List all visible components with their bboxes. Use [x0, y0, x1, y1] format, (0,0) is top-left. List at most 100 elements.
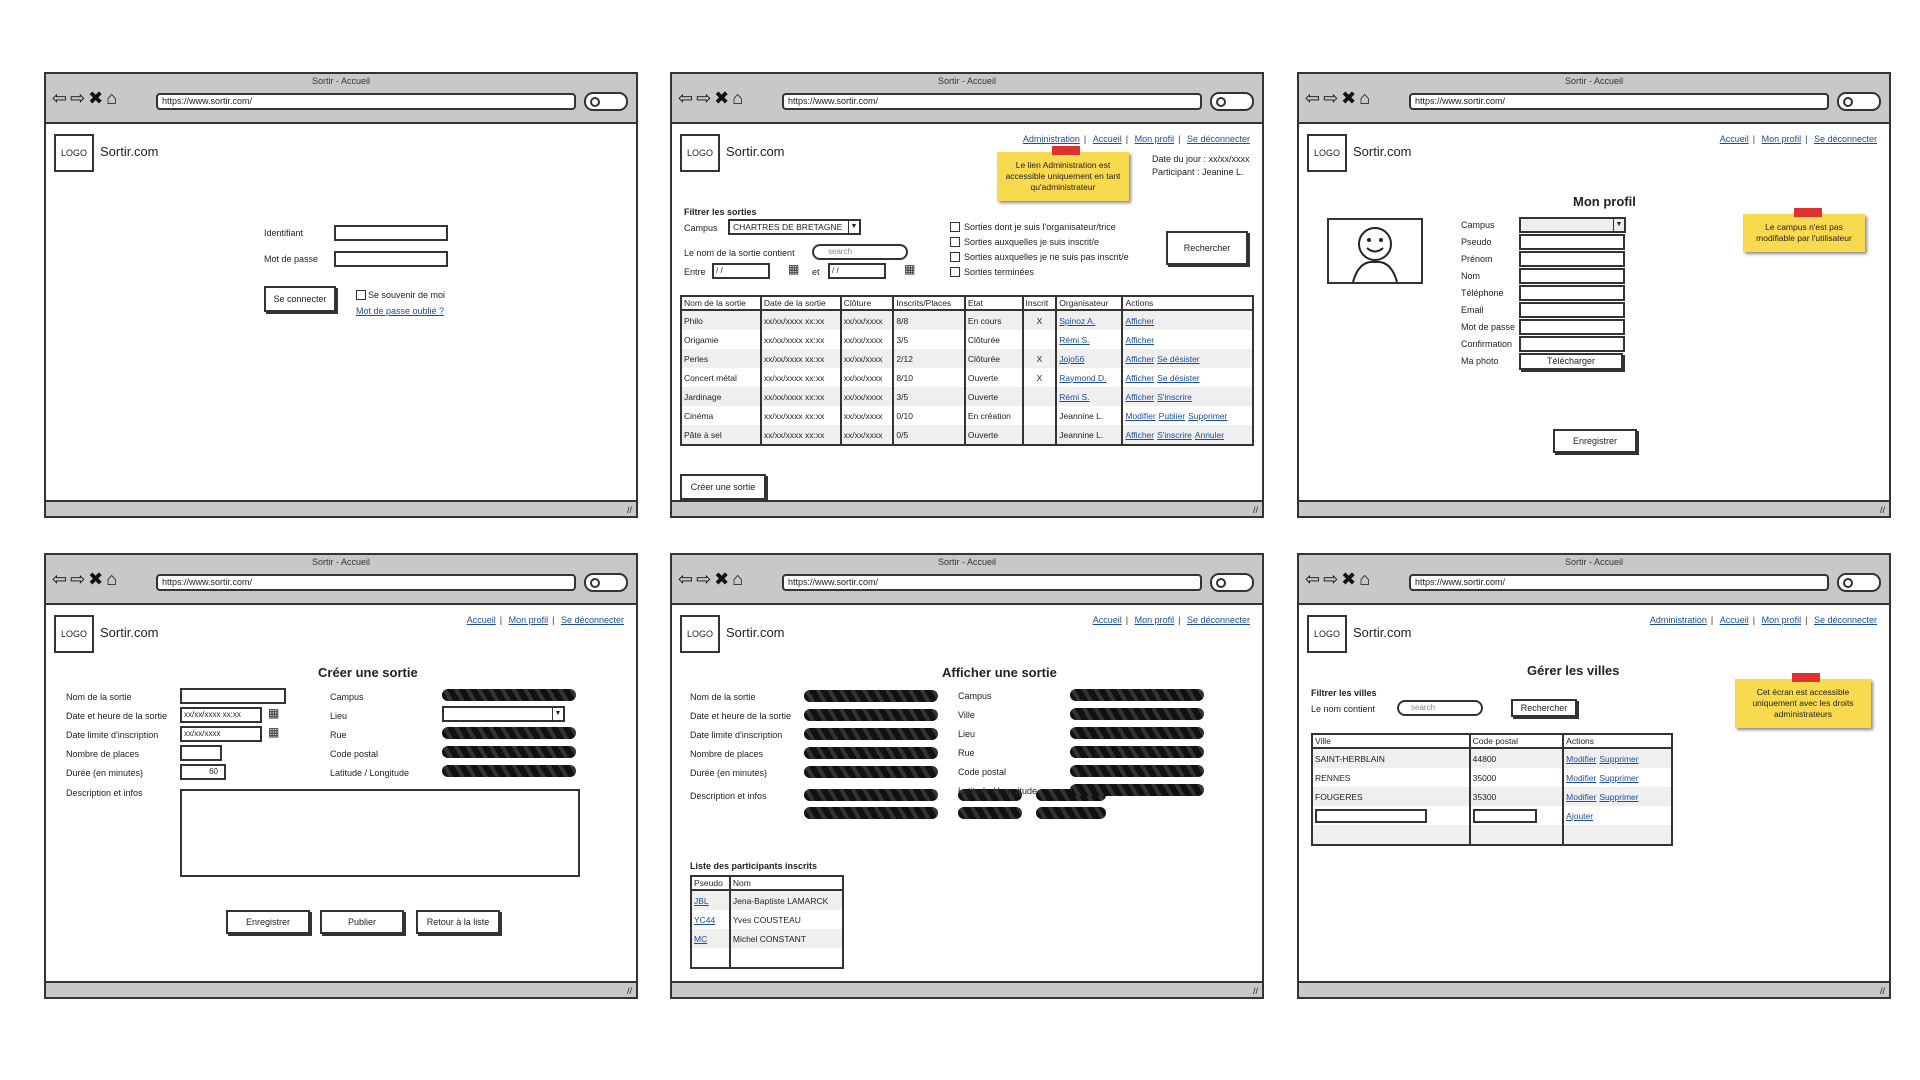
- action-link[interactable]: Afficher: [1125, 354, 1154, 364]
- search-icon[interactable]: [1837, 92, 1881, 111]
- edit-link[interactable]: Modifier: [1566, 792, 1596, 802]
- nav-profile-link[interactable]: Mon profil: [509, 615, 549, 625]
- participant-link[interactable]: YC44: [694, 915, 715, 925]
- url-bar[interactable]: https://www.sortir.com/: [782, 574, 1202, 591]
- registration-deadline-input[interactable]: xx/xx/xxxx: [180, 726, 262, 742]
- new-city-input[interactable]: [1315, 808, 1427, 823]
- action-link[interactable]: Se désister: [1157, 354, 1200, 364]
- delete-link[interactable]: Supprimer: [1599, 792, 1638, 802]
- forgot-password-link[interactable]: Mot de passe oublié ?: [356, 306, 444, 316]
- organizer-link[interactable]: Spinoz A.: [1059, 316, 1095, 326]
- action-link[interactable]: Publier: [1159, 411, 1185, 421]
- action-link[interactable]: Afficher: [1125, 316, 1154, 326]
- nav-admin-link[interactable]: Administration: [1650, 615, 1707, 625]
- save-button[interactable]: Enregistrer: [226, 910, 310, 934]
- browser-nav-icons[interactable]: ⇦⇨✖⌂: [52, 569, 120, 590]
- places-input[interactable]: [180, 745, 222, 761]
- profile-input[interactable]: [1519, 302, 1625, 318]
- identifier-input[interactable]: [334, 225, 448, 241]
- search-icon[interactable]: [584, 92, 628, 111]
- edit-link[interactable]: Modifier: [1566, 773, 1596, 783]
- delete-link[interactable]: Supprimer: [1599, 773, 1638, 783]
- duration-stepper[interactable]: 60: [180, 764, 226, 780]
- url-bar[interactable]: https://www.sortir.com/: [1409, 574, 1829, 591]
- nav-profile-link[interactable]: Mon profil: [1135, 615, 1175, 625]
- save-button[interactable]: Enregistrer: [1553, 429, 1637, 453]
- organizer-link[interactable]: Jojo56: [1059, 354, 1084, 364]
- resize-grip-icon[interactable]: //: [1253, 986, 1258, 996]
- delete-link[interactable]: Supprimer: [1599, 754, 1638, 764]
- action-link[interactable]: Se désister: [1157, 373, 1200, 383]
- calendar-icon[interactable]: ▦: [268, 707, 282, 719]
- nav-logout-link[interactable]: Se déconnecter: [1814, 615, 1877, 625]
- search-icon[interactable]: [584, 573, 628, 592]
- nav-logout-link[interactable]: Se déconnecter: [1187, 615, 1250, 625]
- search-button[interactable]: Rechercher: [1511, 699, 1577, 717]
- nav-profile-link[interactable]: Mon profil: [1135, 134, 1175, 144]
- organizer-link[interactable]: Raymond D.: [1059, 373, 1106, 383]
- registered-checkbox[interactable]: [950, 237, 960, 247]
- not-registered-checkbox[interactable]: [950, 252, 960, 262]
- end-date-input[interactable]: / /: [828, 263, 886, 279]
- browser-nav-icons[interactable]: ⇦⇨✖⌂: [678, 569, 746, 590]
- resize-grip-icon[interactable]: //: [1880, 505, 1885, 515]
- campus-select[interactable]: CHARTRES DE BRETAGNE ▼: [728, 219, 861, 235]
- new-zip-input[interactable]: [1472, 808, 1537, 823]
- browser-nav-icons[interactable]: ⇦⇨✖⌂: [52, 88, 120, 109]
- publish-button[interactable]: Publier: [320, 910, 404, 934]
- browser-nav-icons[interactable]: ⇦⇨✖⌂: [1305, 569, 1373, 590]
- action-link[interactable]: Afficher: [1125, 373, 1154, 383]
- nav-profile-link[interactable]: Mon profil: [1762, 134, 1802, 144]
- edit-link[interactable]: Modifier: [1566, 754, 1596, 764]
- resize-grip-icon[interactable]: //: [627, 505, 632, 515]
- nav-home-link[interactable]: Accueil: [1720, 615, 1749, 625]
- nav-home-link[interactable]: Accueil: [1093, 615, 1122, 625]
- resize-grip-icon[interactable]: //: [1253, 505, 1258, 515]
- resize-grip-icon[interactable]: //: [627, 986, 632, 996]
- calendar-icon[interactable]: ▦: [904, 263, 918, 275]
- calendar-icon[interactable]: ▦: [268, 726, 282, 738]
- url-bar[interactable]: https://www.sortir.com/: [156, 574, 576, 591]
- add-city-link[interactable]: Ajouter: [1566, 811, 1593, 821]
- search-icon[interactable]: [1210, 92, 1254, 111]
- search-icon[interactable]: [1210, 573, 1254, 592]
- outing-name-input[interactable]: [180, 688, 286, 704]
- action-link[interactable]: S'inscrire: [1157, 430, 1192, 440]
- place-select[interactable]: ▼: [442, 706, 565, 722]
- nav-logout-link[interactable]: Se déconnecter: [1187, 134, 1250, 144]
- start-date-input[interactable]: / /: [712, 263, 770, 279]
- url-bar[interactable]: https://www.sortir.com/: [1409, 93, 1829, 110]
- search-button[interactable]: Rechercher: [1166, 231, 1248, 265]
- url-bar[interactable]: https://www.sortir.com/: [156, 93, 576, 110]
- browser-nav-icons[interactable]: ⇦⇨✖⌂: [678, 88, 746, 109]
- profile-input[interactable]: [1519, 268, 1625, 284]
- profile-input[interactable]: [1519, 319, 1625, 335]
- organizer-link[interactable]: Rémi S.: [1059, 392, 1089, 402]
- participant-link[interactable]: JBL: [694, 896, 709, 906]
- create-outing-button[interactable]: Créer une sortie: [680, 474, 766, 500]
- login-button[interactable]: Se connecter: [264, 286, 336, 312]
- password-input[interactable]: [334, 251, 448, 267]
- profile-input[interactable]: [1519, 336, 1625, 352]
- search-icon[interactable]: [1837, 573, 1881, 592]
- action-link[interactable]: Afficher: [1125, 392, 1154, 402]
- url-bar[interactable]: https://www.sortir.com/: [782, 93, 1202, 110]
- organizer-link[interactable]: Rémi S.: [1059, 335, 1089, 345]
- profile-input[interactable]: [1519, 251, 1625, 267]
- upload-photo-button[interactable]: Télécharger: [1519, 353, 1623, 370]
- search-input[interactable]: search: [812, 244, 908, 260]
- organizer-checkbox[interactable]: [950, 222, 960, 232]
- back-to-list-button[interactable]: Retour à la liste: [416, 910, 500, 934]
- nav-home-link[interactable]: Accueil: [1093, 134, 1122, 144]
- action-link[interactable]: Annuler: [1195, 430, 1224, 440]
- nav-logout-link[interactable]: Se déconnecter: [1814, 134, 1877, 144]
- search-input[interactable]: search: [1397, 700, 1483, 716]
- remember-checkbox[interactable]: [356, 290, 366, 300]
- profile-input[interactable]: [1519, 234, 1625, 250]
- finished-checkbox[interactable]: [950, 267, 960, 277]
- participant-link[interactable]: MC: [694, 934, 707, 944]
- action-link[interactable]: S'inscrire: [1157, 392, 1192, 402]
- action-link[interactable]: Afficher: [1125, 430, 1154, 440]
- outing-datetime-input[interactable]: xx/xx/xxxx xx:xx: [180, 707, 262, 723]
- profile-input[interactable]: [1519, 285, 1625, 301]
